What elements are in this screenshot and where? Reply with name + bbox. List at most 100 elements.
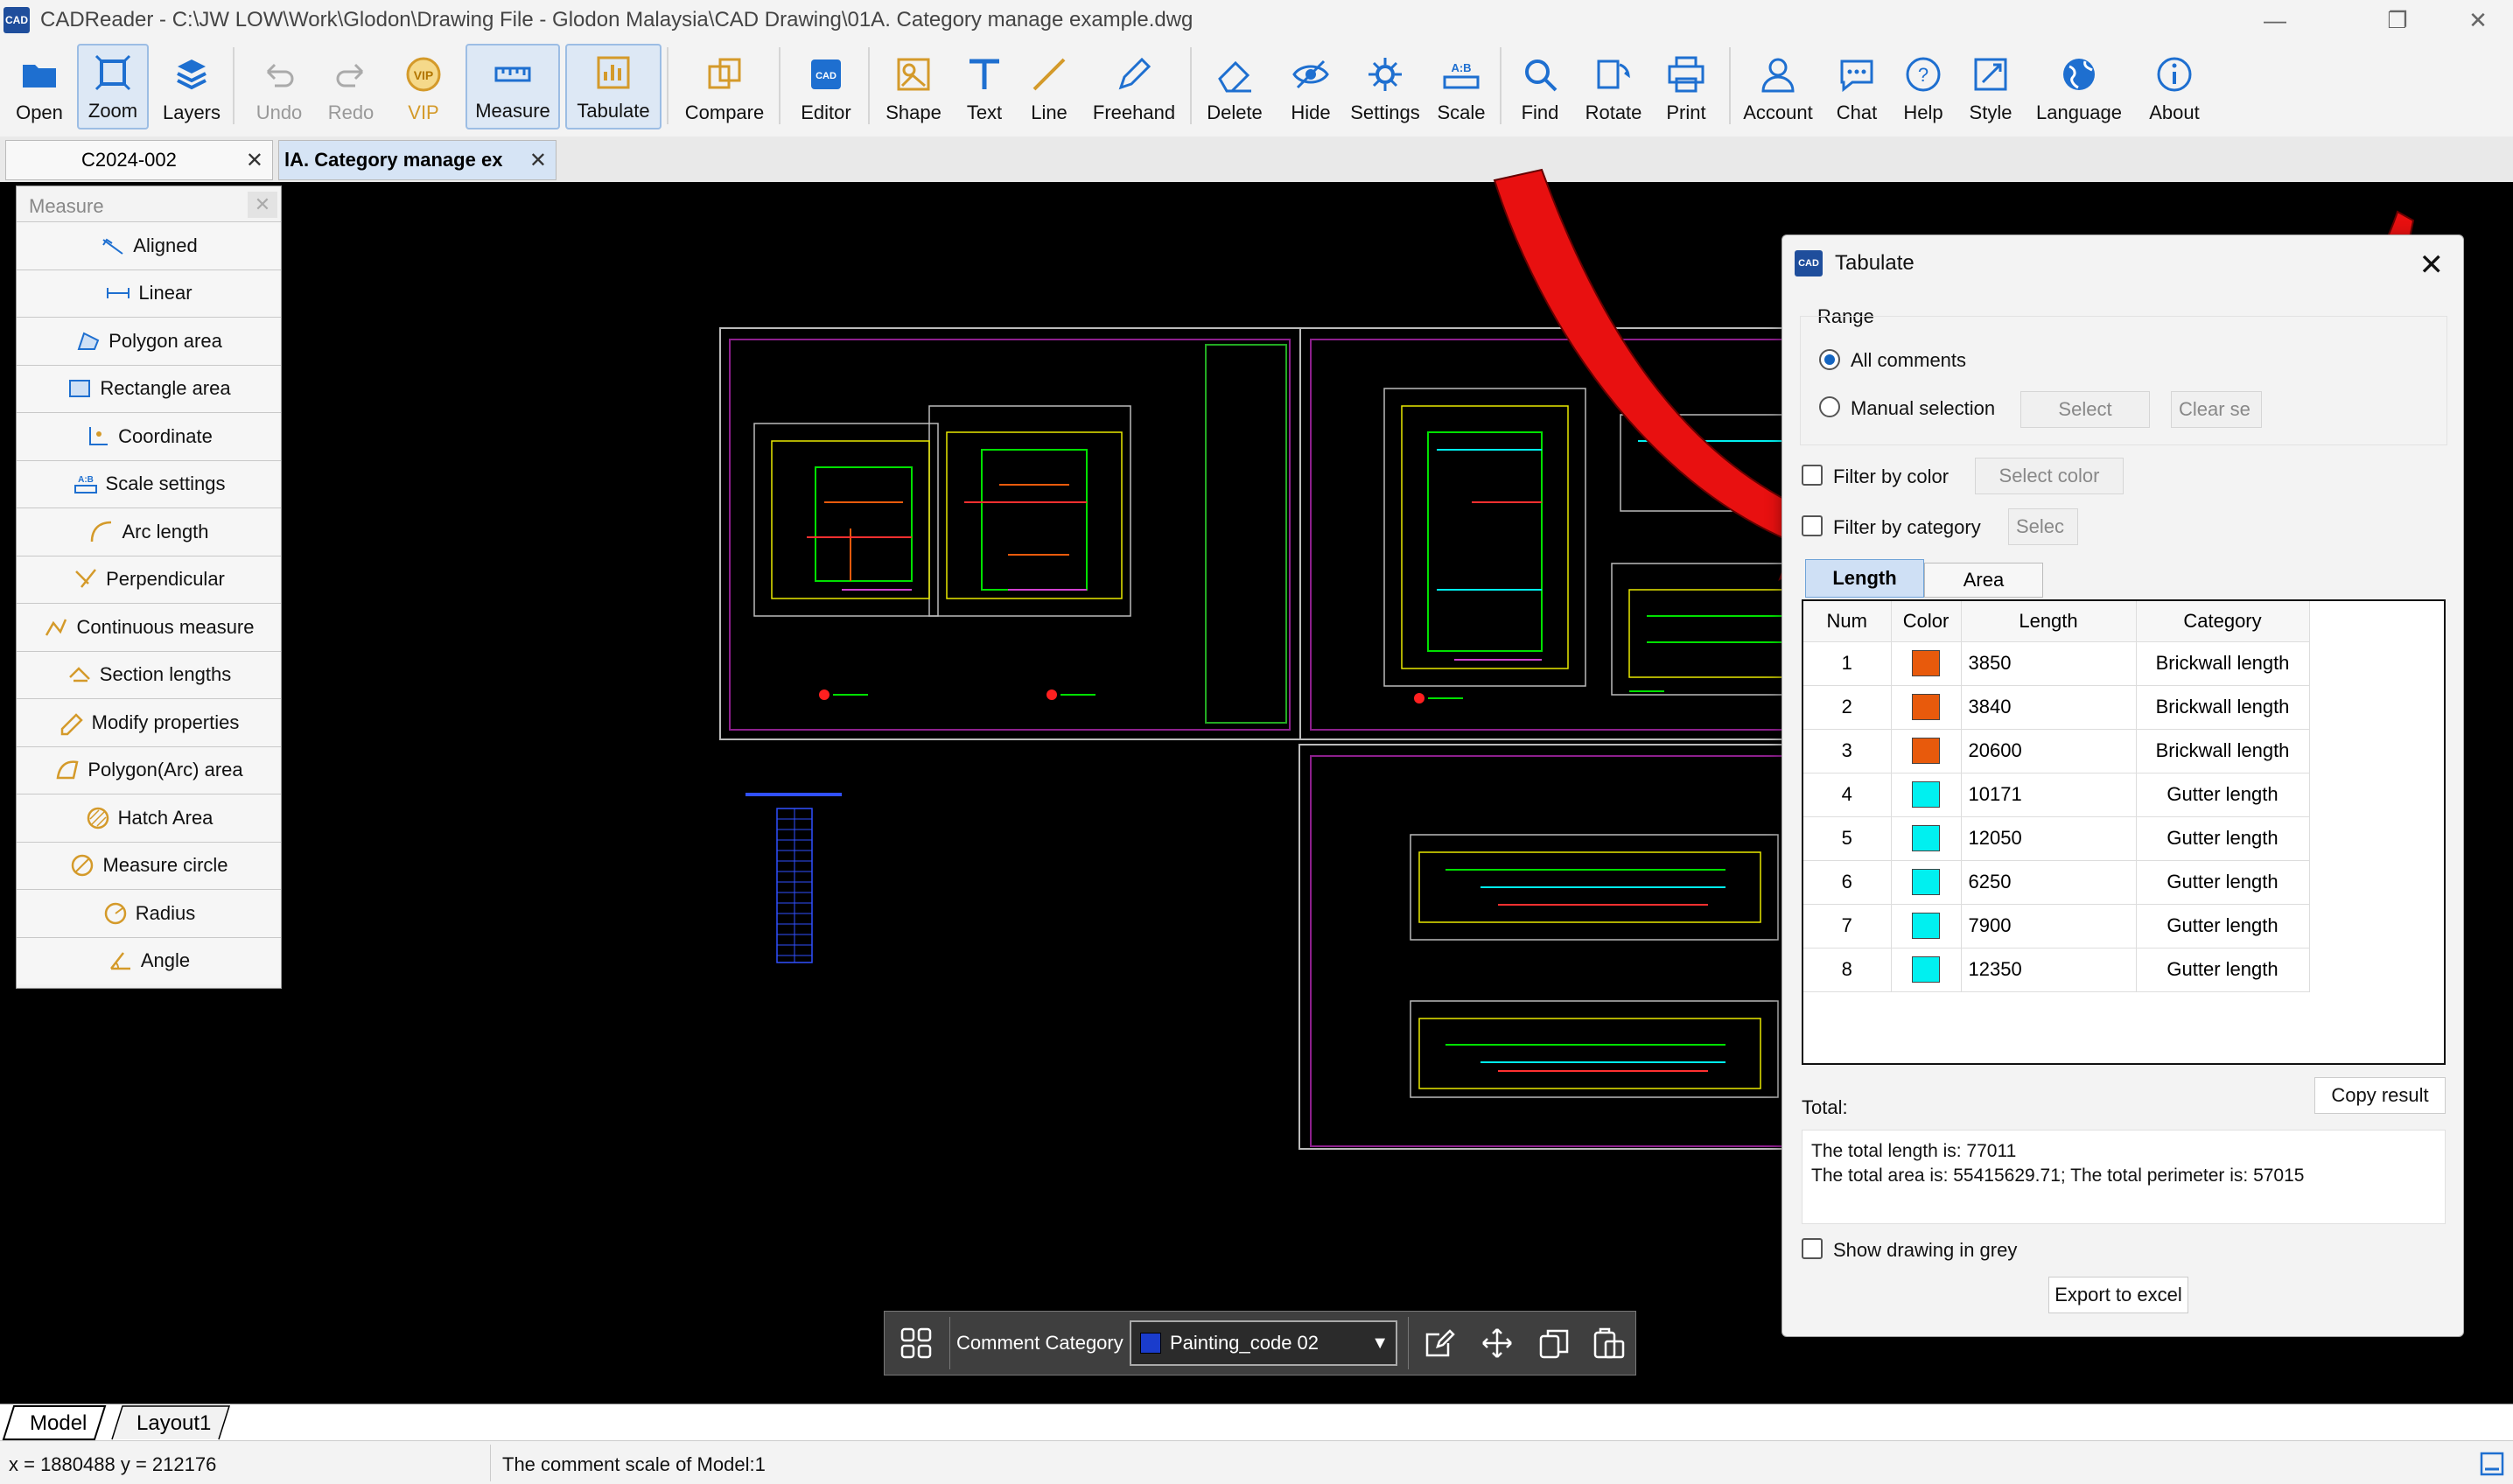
measure-rectangle-area[interactable]: Rectangle area xyxy=(17,364,281,412)
tab-model[interactable]: Model xyxy=(30,1411,87,1436)
show-grey-checkbox[interactable] xyxy=(1802,1238,1823,1259)
editor-button[interactable]: CAD Editor xyxy=(789,44,863,130)
filter-by-color-checkbox[interactable] xyxy=(1802,465,1823,486)
comment-category-select[interactable]: Painting_code 02 ▼ xyxy=(1130,1320,1397,1366)
export-excel-button[interactable]: Export to excel xyxy=(2048,1277,2188,1313)
undo-button[interactable]: Undo xyxy=(245,44,313,130)
freehand-button[interactable]: Freehand xyxy=(1085,44,1183,130)
measure-polygon-area[interactable]: Polygon area xyxy=(17,317,281,365)
compare-button[interactable]: Compare xyxy=(679,44,770,130)
tabulate-button[interactable]: Tabulate xyxy=(565,44,662,130)
measure-linear[interactable]: Linear xyxy=(17,269,281,317)
close-tab-icon[interactable]: ✕ xyxy=(529,148,547,173)
measure-polygon-arc-area[interactable]: Polygon(Arc) area xyxy=(17,746,281,794)
hide-button[interactable]: Hide xyxy=(1278,44,1344,130)
measure-section-lengths[interactable]: Section lengths xyxy=(17,650,281,698)
minimize-button[interactable]: — xyxy=(2240,0,2310,40)
comment-category-bar: Comment Category Painting_code 02 ▼ xyxy=(884,1311,1636,1376)
about-button[interactable]: About xyxy=(2135,44,2214,130)
select-button[interactable]: Select xyxy=(2020,391,2150,428)
account-button[interactable]: Account xyxy=(1736,44,1820,130)
style-button[interactable]: Style xyxy=(1958,44,2023,130)
settings-icon xyxy=(1368,58,1402,91)
table-row[interactable]: 3 20600 Brickwall length xyxy=(1803,729,2310,774)
measure-radius[interactable]: Radius xyxy=(17,889,281,937)
paste-icon[interactable] xyxy=(1592,1326,1627,1361)
text-button[interactable]: Text xyxy=(954,44,1015,130)
linear-icon xyxy=(107,288,130,299)
window-title: CADReader - C:\JW LOW\Work\Glodon\Drawin… xyxy=(40,8,1194,32)
measure-perpendicular[interactable]: Perpendicular xyxy=(17,555,281,603)
zoom-button[interactable]: Zoom xyxy=(77,44,149,130)
table-row[interactable]: 1 3850 Brickwall length xyxy=(1803,641,2310,686)
open-button[interactable]: Open xyxy=(9,44,70,130)
close-panel-button[interactable]: ✕ xyxy=(248,192,277,218)
category-grid-icon[interactable] xyxy=(899,1326,934,1361)
vip-button[interactable]: VIP VIP xyxy=(390,44,457,130)
language-button[interactable]: Language xyxy=(2030,44,2128,130)
select-category-button[interactable]: Selec xyxy=(2008,508,2078,545)
table-row[interactable]: 4 10171 Gutter length xyxy=(1803,773,2310,817)
clear-selection-button[interactable]: Clear se xyxy=(2171,391,2262,428)
table-row[interactable]: 7 7900 Gutter length xyxy=(1803,904,2310,948)
app-logo-icon: CAD xyxy=(4,7,30,33)
svg-text:?: ? xyxy=(1918,64,1928,86)
close-window-button[interactable]: ✕ xyxy=(2443,0,2513,40)
continuous-measure-icon xyxy=(46,619,67,636)
help-button[interactable]: ? Help xyxy=(1892,44,1955,130)
measure-hatch-area[interactable]: Hatch Area xyxy=(17,794,281,842)
measure-aligned[interactable]: Aligned xyxy=(17,221,281,270)
chat-button[interactable]: Chat xyxy=(1825,44,1888,130)
table-row[interactable]: 5 12050 Gutter length xyxy=(1803,816,2310,861)
globe-icon xyxy=(2063,59,2095,90)
settings-button[interactable]: Settings xyxy=(1344,44,1426,130)
aligned-icon xyxy=(102,238,123,255)
tab-category-manage[interactable]: lA. Category manage ex ✕ xyxy=(278,140,556,180)
redo-button[interactable]: Redo xyxy=(317,44,385,130)
all-comments-radio[interactable] xyxy=(1819,349,1840,370)
measure-continuous[interactable]: Continuous measure xyxy=(17,603,281,651)
measure-button[interactable]: Measure xyxy=(466,44,560,130)
measure-modify-properties[interactable]: Modify properties xyxy=(17,698,281,746)
maximize-button[interactable]: ❐ xyxy=(2362,0,2432,40)
copy-icon[interactable] xyxy=(1537,1326,1572,1361)
rotate-button[interactable]: Rotate xyxy=(1578,44,1648,130)
hide-icon xyxy=(1292,60,1329,89)
measure-panel: Measure ✕ Aligned Linear Polygon area Re… xyxy=(16,186,282,989)
manual-selection-radio[interactable] xyxy=(1819,396,1840,417)
tab-layout1[interactable]: Layout1 xyxy=(136,1411,211,1436)
table-row[interactable]: 2 3840 Brickwall length xyxy=(1803,685,2310,730)
table-row[interactable]: 8 12350 Gutter length xyxy=(1803,948,2310,992)
tab-length[interactable]: Length xyxy=(1805,559,1924,598)
delete-button[interactable]: Delete xyxy=(1197,44,1272,130)
select-color-button[interactable]: Select color xyxy=(1975,458,2124,494)
find-button[interactable]: Find xyxy=(1508,44,1572,130)
copy-result-button[interactable]: Copy result xyxy=(2314,1077,2446,1114)
tab-area[interactable]: Area xyxy=(1924,563,2043,598)
measure-circle[interactable]: Measure circle xyxy=(17,841,281,889)
status-bar: x = 1880488 y = 212176 The comment scale… xyxy=(0,1440,2513,1484)
measure-coordinate[interactable]: Coordinate xyxy=(17,412,281,460)
line-icon xyxy=(1032,58,1066,91)
coordinates-readout: x = 1880488 y = 212176 xyxy=(9,1453,217,1475)
measure-scale-settings[interactable]: A:B Scale settings xyxy=(17,459,281,508)
tab-c2024-002[interactable]: C2024-002 ✕ xyxy=(5,140,273,180)
filter-by-category-checkbox[interactable] xyxy=(1802,515,1823,536)
move-icon[interactable] xyxy=(1480,1326,1515,1361)
total-length-text: The total length is: 77011 xyxy=(1811,1141,2017,1161)
line-button[interactable]: Line xyxy=(1018,44,1080,130)
print-button[interactable]: Print xyxy=(1654,44,1718,130)
close-tab-icon[interactable]: ✕ xyxy=(246,148,263,173)
chevron-down-icon: ▼ xyxy=(1371,1333,1389,1353)
close-dialog-button[interactable]: ✕ xyxy=(2419,248,2445,283)
polygon-arc-area-icon xyxy=(56,760,79,780)
shape-button[interactable]: Shape xyxy=(878,44,948,130)
edit-comment-icon[interactable] xyxy=(1422,1326,1457,1361)
layers-button[interactable]: Layers xyxy=(158,44,226,130)
table-row[interactable]: 6 6250 Gutter length xyxy=(1803,860,2310,905)
scale-button[interactable]: A:B Scale xyxy=(1432,44,1491,130)
measure-arc-length[interactable]: Arc length xyxy=(17,508,281,556)
total-label: Total: xyxy=(1802,1096,1848,1118)
measure-angle[interactable]: Angle xyxy=(17,936,281,984)
status-panel-icon[interactable] xyxy=(2480,1452,2504,1476)
